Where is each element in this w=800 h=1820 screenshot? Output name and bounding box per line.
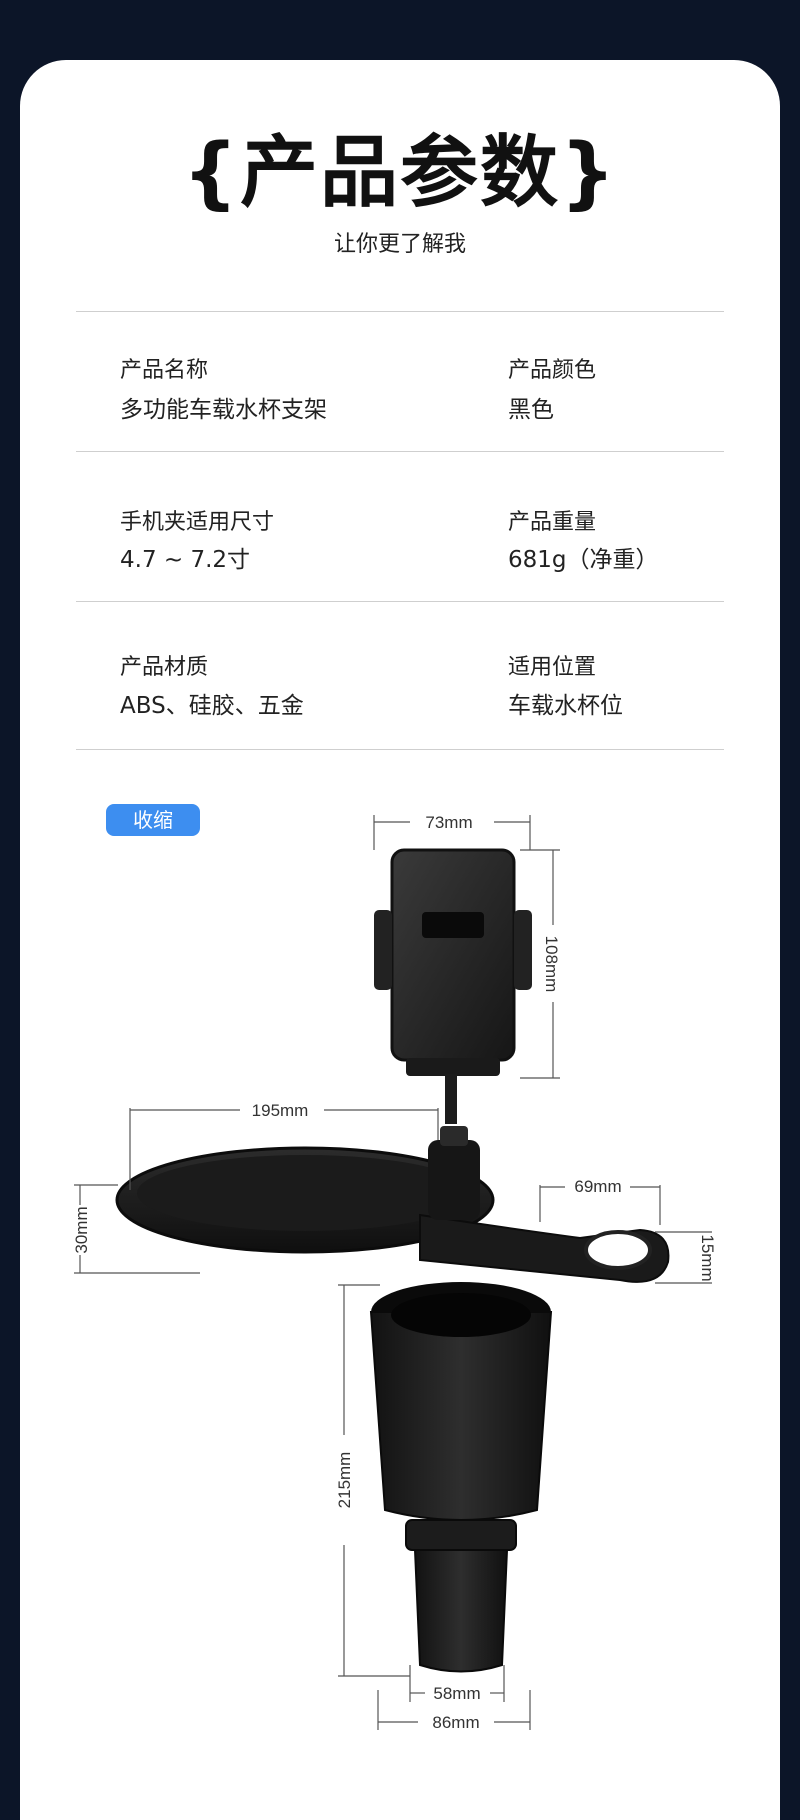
param-value-phone-size: 4.7 ~ 7.2寸 xyxy=(120,547,251,573)
dim-cup-height: 215mm xyxy=(335,1452,354,1509)
cup-holder xyxy=(369,1282,553,1673)
param-label-name: 产品名称 xyxy=(120,358,209,383)
divider xyxy=(76,451,724,452)
param-value-weight: 681g（净重） xyxy=(508,547,659,573)
param-label-color: 产品颜色 xyxy=(508,358,597,383)
product-diagram: 73mm 108mm 195mm 30mm 69mm 15mm 215mm 58… xyxy=(72,813,717,1732)
param-label-position: 适用位置 xyxy=(508,655,597,680)
phone-holder xyxy=(374,848,532,1124)
dim-tray-height: 30mm xyxy=(72,1206,91,1253)
param-label-phone-size: 手机夹适用尺寸 xyxy=(120,510,275,535)
param-label-weight: 产品重量 xyxy=(508,510,597,535)
param-label-material: 产品材质 xyxy=(120,655,209,680)
dim-tray-width: 195mm xyxy=(252,1101,309,1120)
tray xyxy=(115,1126,670,1283)
dim-phone-height: 108mm xyxy=(542,936,561,993)
param-value-material: ABS、硅胶、五金 xyxy=(120,693,304,719)
dim-ring-width: 69mm xyxy=(574,1177,621,1196)
dim-phone-width: 73mm xyxy=(425,813,472,832)
dim-ring-height: 15mm xyxy=(698,1234,717,1281)
divider xyxy=(76,601,724,602)
param-value-color: 黑色 xyxy=(508,397,554,423)
param-value-name: 多功能车载水杯支架 xyxy=(120,397,327,423)
dim-base-inner: 58mm xyxy=(433,1684,480,1703)
divider xyxy=(76,749,724,750)
divider xyxy=(76,311,724,312)
page-subtitle: 让你更了解我 xyxy=(333,232,466,257)
page-title: {产品参数} xyxy=(182,128,618,218)
param-value-position: 车载水杯位 xyxy=(508,693,623,719)
dim-base-outer: 86mm xyxy=(432,1713,479,1732)
